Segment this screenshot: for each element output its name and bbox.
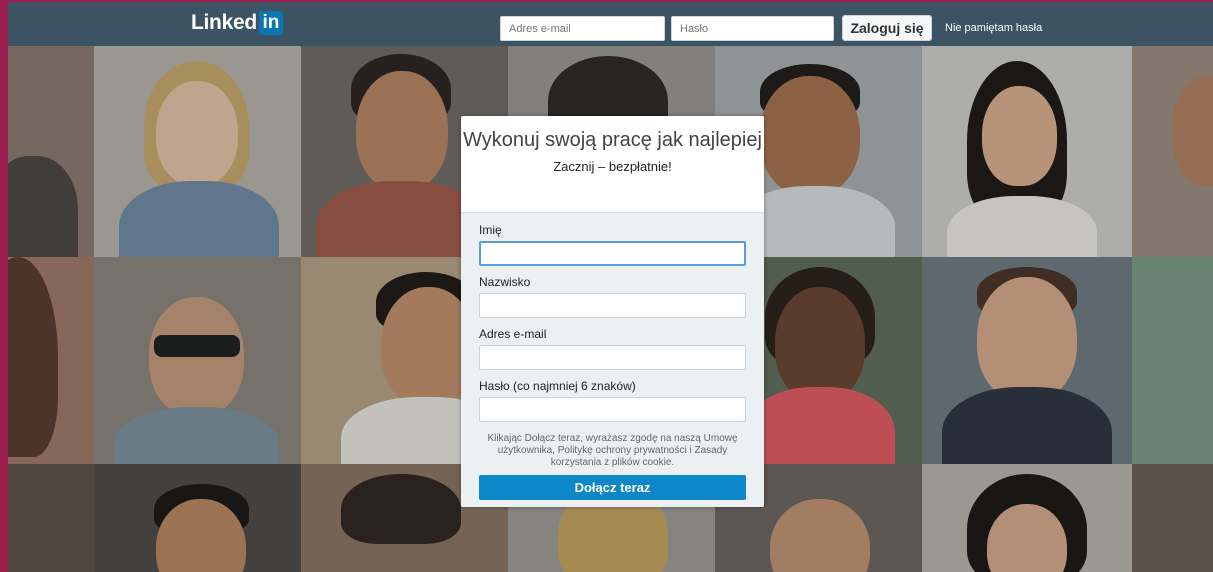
signup-card: Wykonuj swoją pracę jak najlepiej Zaczni… — [461, 116, 764, 507]
last-name-input[interactable] — [479, 293, 746, 318]
password-label: Hasło (co najmniej 6 znaków) — [479, 379, 636, 393]
logo-in-icon: in — [258, 11, 283, 35]
join-now-button[interactable]: Dołącz teraz — [479, 475, 746, 500]
last-name-label: Nazwisko — [479, 275, 531, 289]
login-button[interactable]: Zaloguj się — [842, 15, 932, 41]
logo-text: Linked — [191, 11, 257, 34]
forgot-password-link[interactable]: Nie pamiętam hasła — [945, 22, 1042, 34]
header-password-input[interactable] — [671, 16, 834, 41]
legal-notice: Klikając Dołącz teraz, wyrażasz zgodę na… — [487, 433, 738, 468]
linkedin-logo[interactable]: Linked in — [191, 10, 283, 36]
signup-form: Imię Nazwisko Adres e-mail Hasło (co naj… — [461, 213, 764, 507]
email-label: Adres e-mail — [479, 327, 547, 341]
header-email-input[interactable] — [500, 16, 665, 41]
signup-title: Wykonuj swoją pracę jak najlepiej — [463, 129, 762, 151]
top-navigation: Linked in Zaloguj się Nie pamiętam hasła — [8, 2, 1213, 46]
signup-subtitle: Zacznij – bezpłatnie! — [553, 159, 672, 174]
first-name-input[interactable] — [479, 241, 746, 266]
email-input[interactable] — [479, 345, 746, 370]
signup-header: Wykonuj swoją pracę jak najlepiej Zaczni… — [461, 116, 764, 213]
password-input[interactable] — [479, 397, 746, 422]
first-name-label: Imię — [479, 223, 502, 237]
